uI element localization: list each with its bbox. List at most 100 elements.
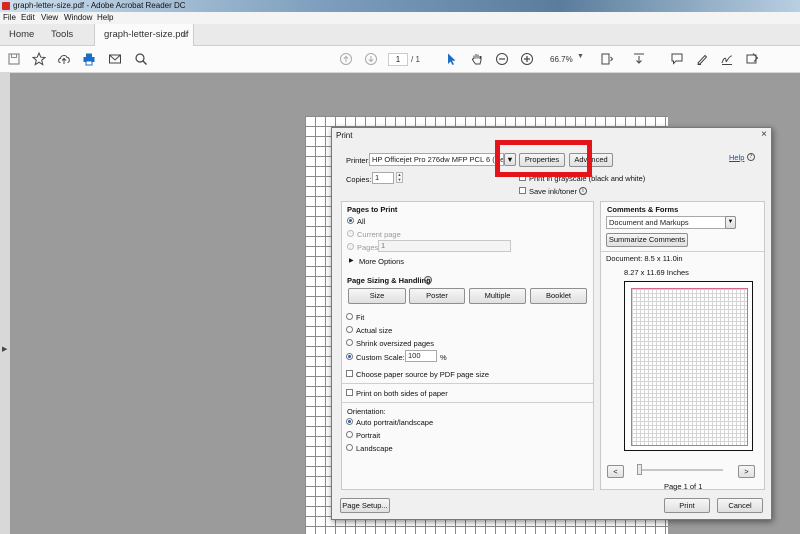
preview-slider-thumb[interactable] bbox=[637, 464, 642, 475]
scroll-mode-icon[interactable] bbox=[632, 52, 646, 66]
tab-home[interactable]: Home bbox=[9, 24, 34, 46]
pages-current-radio[interactable] bbox=[347, 230, 354, 237]
highlight-pen-icon[interactable] bbox=[695, 52, 709, 66]
more-options-toggle[interactable]: More Options bbox=[359, 257, 404, 266]
properties-highlight-box bbox=[495, 140, 592, 177]
sign-icon[interactable] bbox=[720, 52, 734, 66]
auto-orientation-label: Auto portrait/landscape bbox=[356, 418, 434, 427]
comment-icon[interactable] bbox=[670, 52, 684, 66]
print-button[interactable]: Print bbox=[664, 498, 710, 513]
pages-range-radio[interactable] bbox=[347, 243, 354, 250]
paper-source-label: Choose paper source by PDF page size bbox=[356, 370, 489, 379]
triangle-right-icon[interactable]: ▶ bbox=[349, 257, 354, 264]
copies-input[interactable]: 1 bbox=[372, 172, 394, 184]
paper-source-checkbox[interactable] bbox=[346, 370, 353, 377]
shrink-radio[interactable] bbox=[346, 339, 353, 346]
help-link[interactable]: Help bbox=[729, 153, 744, 162]
print-preview bbox=[624, 281, 753, 451]
acrobat-app-icon bbox=[2, 2, 10, 10]
expand-panel-icon[interactable]: ▶ bbox=[2, 345, 7, 353]
copies-stepper[interactable]: ▲ ▼ bbox=[396, 172, 403, 183]
size-button[interactable]: Size bbox=[348, 288, 406, 304]
actual-size-radio[interactable] bbox=[346, 326, 353, 333]
pages-range-input[interactable]: 1 bbox=[378, 240, 511, 252]
preview-next-button[interactable]: > bbox=[738, 465, 755, 478]
search-icon[interactable] bbox=[134, 52, 148, 66]
divider bbox=[342, 383, 593, 384]
percent-label: % bbox=[440, 353, 447, 362]
hand-icon[interactable] bbox=[470, 52, 484, 66]
tab-tools[interactable]: Tools bbox=[51, 24, 73, 46]
next-page-icon[interactable] bbox=[364, 52, 378, 66]
preview-page-label: Page 1 of 1 bbox=[664, 482, 703, 491]
portrait-radio[interactable] bbox=[346, 431, 353, 438]
custom-scale-input[interactable]: 100 bbox=[405, 350, 437, 362]
custom-scale-label: Custom Scale: bbox=[356, 353, 405, 362]
more-tools-icon[interactable] bbox=[745, 52, 759, 66]
save-ink-checkbox[interactable] bbox=[519, 187, 526, 194]
prev-page-icon[interactable] bbox=[339, 52, 353, 66]
zoom-in-icon[interactable] bbox=[520, 52, 534, 66]
menu-edit[interactable]: Edit bbox=[21, 13, 35, 22]
menu-file[interactable]: File bbox=[3, 13, 16, 22]
menu-help[interactable]: Help bbox=[97, 13, 113, 22]
preview-prev-button[interactable]: < bbox=[607, 465, 624, 478]
title-bar: graph-letter-size.pdf - Adobe Acrobat Re… bbox=[0, 0, 800, 12]
select-arrow-icon[interactable] bbox=[444, 52, 458, 66]
tab-document-label: graph-letter-size.pdf bbox=[104, 29, 189, 40]
help-icon[interactable]: ? bbox=[747, 153, 755, 161]
pages-current-label: Current page bbox=[357, 230, 401, 239]
chevron-down-icon[interactable]: ▼ bbox=[725, 216, 736, 229]
upload-icon[interactable] bbox=[57, 52, 71, 66]
divider bbox=[342, 402, 593, 403]
cancel-button[interactable]: Cancel bbox=[717, 498, 763, 513]
pages-all-radio[interactable] bbox=[347, 217, 354, 224]
save-ink-label: Save ink/toner bbox=[529, 187, 577, 196]
tab-bar: Home Tools graph-letter-size.pdf × bbox=[0, 24, 800, 47]
orientation-heading: Orientation: bbox=[347, 407, 386, 416]
paper-size-label: 8.27 x 11.69 Inches bbox=[624, 268, 689, 277]
summarize-comments-button[interactable]: Summarize Comments bbox=[606, 233, 688, 247]
print-icon[interactable] bbox=[82, 52, 96, 66]
portrait-label: Portrait bbox=[356, 431, 381, 440]
email-icon[interactable] bbox=[108, 52, 122, 66]
comments-select[interactable]: Document and Markups bbox=[606, 216, 735, 229]
menu-window[interactable]: Window bbox=[64, 13, 92, 22]
pages-to-print-heading: Pages to Print bbox=[347, 205, 398, 214]
bookmark-star-icon[interactable] bbox=[32, 52, 46, 66]
both-sides-checkbox[interactable] bbox=[346, 389, 353, 396]
info-icon[interactable]: i bbox=[424, 276, 432, 284]
close-icon[interactable]: × bbox=[182, 24, 187, 46]
tab-document[interactable]: graph-letter-size.pdf × bbox=[94, 24, 194, 47]
printer-label: Printer: bbox=[346, 156, 371, 165]
page-sizing-heading: Page Sizing & Handling bbox=[347, 276, 431, 285]
fit-radio[interactable] bbox=[346, 313, 353, 320]
landscape-radio[interactable] bbox=[346, 444, 353, 451]
custom-scale-radio[interactable] bbox=[346, 353, 353, 360]
document-size-label: Document: 8.5 x 11.0in bbox=[606, 254, 683, 263]
info-icon[interactable]: i bbox=[579, 187, 587, 195]
pages-range-label: Pages bbox=[357, 243, 379, 252]
booklet-button[interactable]: Booklet bbox=[530, 288, 587, 304]
multiple-button[interactable]: Multiple bbox=[469, 288, 526, 304]
left-panel-strip: ▶ bbox=[0, 73, 10, 534]
zoom-out-icon[interactable] bbox=[495, 52, 509, 66]
printer-select[interactable]: HP Officejet Pro 276dw MFP PCL 6 (Netw bbox=[369, 153, 504, 166]
preview-slider-track[interactable] bbox=[637, 469, 723, 471]
comments-forms-heading: Comments & Forms bbox=[607, 205, 679, 214]
chevron-down-icon[interactable]: ▼ bbox=[577, 53, 584, 60]
both-sides-label: Print on both sides of paper bbox=[356, 389, 448, 398]
page-setup-button[interactable]: Page Setup... bbox=[340, 498, 390, 513]
auto-orientation-radio[interactable] bbox=[346, 418, 353, 425]
fit-label: Fit bbox=[356, 313, 365, 322]
page-fit-icon[interactable] bbox=[600, 52, 614, 66]
dialog-title: Print bbox=[336, 131, 353, 140]
save-icon[interactable] bbox=[7, 52, 21, 66]
poster-button[interactable]: Poster bbox=[409, 288, 465, 304]
copies-label: Copies: bbox=[346, 175, 372, 184]
page-number-input[interactable]: 1 bbox=[388, 53, 408, 66]
menu-view[interactable]: View bbox=[41, 13, 58, 22]
divider bbox=[601, 251, 764, 252]
shrink-label: Shrink oversized pages bbox=[356, 339, 434, 348]
close-icon[interactable]: × bbox=[761, 129, 767, 140]
